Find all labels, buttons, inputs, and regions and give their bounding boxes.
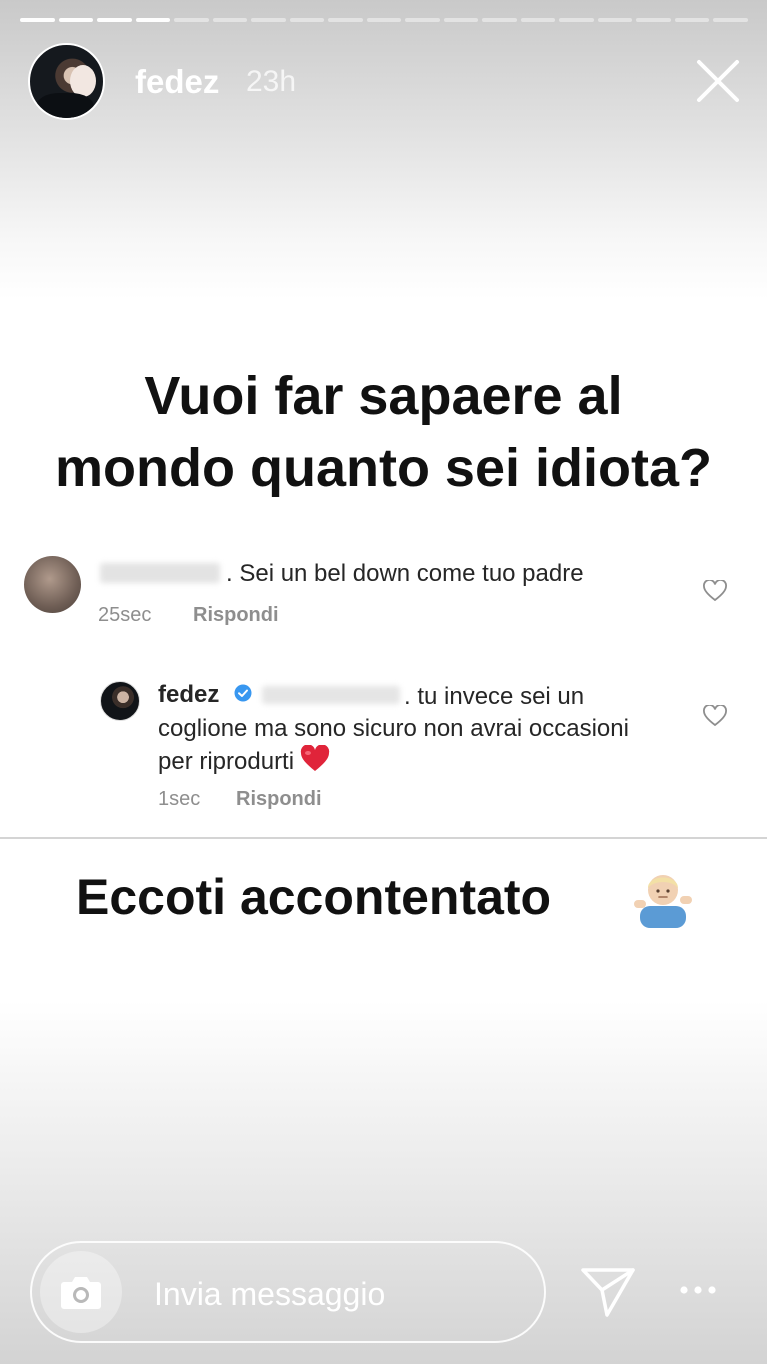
heart-outline-icon: [703, 579, 727, 602]
progress-segment: [443, 18, 479, 22]
red-heart-emoji: [300, 745, 330, 771]
more-icon: [680, 1286, 716, 1294]
story-age: 23h: [246, 65, 297, 98]
reply-author-avatar[interactable]: [100, 681, 140, 721]
commenter-avatar[interactable]: [24, 556, 81, 613]
story-title: Vuoi far sapaere al mondo quanto sei idi…: [20, 360, 747, 504]
reply-button[interactable]: Rispondi: [193, 604, 279, 627]
avatar-suit: [36, 93, 94, 118]
camera-button[interactable]: [40, 1251, 122, 1333]
progress-segment: [328, 18, 363, 22]
progress-segment: [174, 18, 209, 22]
reply-text: . tu invece sei un coglione ma sono sicu…: [158, 681, 658, 778]
message-placeholder[interactable]: Invia messaggio: [154, 1276, 385, 1313]
blurred-username: [100, 563, 220, 583]
shrug-emoji: [634, 875, 692, 928]
progress-segment: [366, 18, 402, 22]
progress-segment: [58, 18, 94, 22]
like-comment-button[interactable]: [703, 579, 727, 602]
send-icon: [581, 1268, 635, 1317]
progress-segment: [251, 18, 286, 22]
camera-icon: [61, 1277, 101, 1309]
send-button[interactable]: [580, 1266, 636, 1318]
reply-time: 1sec: [158, 788, 201, 810]
blurred-mention: [262, 686, 400, 704]
progress-segment: [636, 18, 671, 22]
more-options-button[interactable]: [678, 1282, 718, 1298]
comment-text: . Sei un bel down come tuo padre: [226, 560, 584, 587]
progress-segment: [674, 18, 710, 22]
heart-outline-icon: [703, 704, 727, 727]
progress-segment: [97, 18, 132, 22]
progress-segment: [597, 18, 633, 22]
close-icon: [697, 60, 739, 102]
reply-reply-button[interactable]: Rispondi: [236, 788, 322, 811]
author-avatar[interactable]: [28, 43, 105, 120]
progress-segment: [289, 18, 325, 22]
close-button[interactable]: [695, 58, 741, 104]
top-gradient: [0, 0, 767, 300]
story-subtitle: Eccoti accontentato: [76, 869, 552, 925]
progress-segment: [520, 18, 556, 22]
progress-segment: [482, 18, 517, 22]
progress-segment: [20, 18, 55, 22]
story-progress-bar: [20, 18, 748, 22]
progress-segment: [713, 18, 748, 22]
progress-segment: [559, 18, 594, 22]
progress-segment: [135, 18, 171, 22]
title-line-2: mondo quanto sei idiota?: [55, 438, 712, 498]
verified-badge-icon: [234, 684, 252, 702]
author-username[interactable]: fedez: [135, 63, 219, 101]
reply-username[interactable]: fedez: [158, 681, 219, 709]
like-reply-button[interactable]: [703, 704, 727, 727]
progress-segment: [212, 18, 248, 22]
comment-time: 25sec: [98, 604, 152, 626]
title-line-1: Vuoi far sapaere al: [144, 366, 623, 426]
progress-segment: [405, 18, 440, 22]
divider: [0, 837, 767, 839]
